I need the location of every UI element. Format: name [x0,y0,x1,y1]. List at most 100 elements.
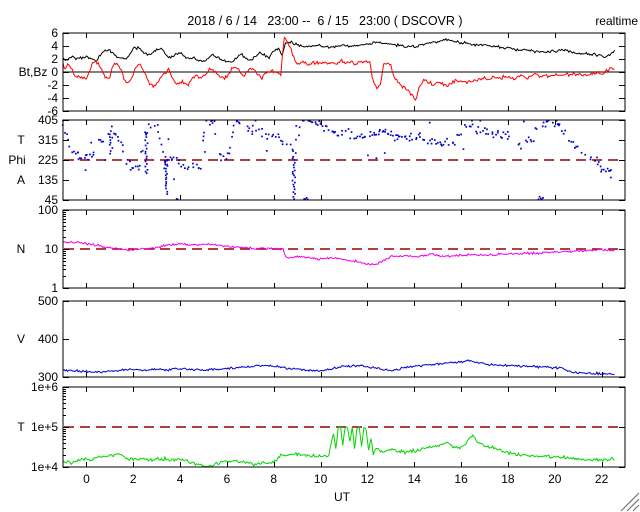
data-dot [572,141,575,143]
data-dot [113,132,115,135]
data-dot [196,163,198,166]
data-dot [226,152,229,155]
x-tick-label: 22 [595,472,609,486]
data-dot [359,135,361,138]
data-dot [355,137,357,140]
data-dot [387,133,389,135]
data-dot [165,187,167,190]
data-dot [408,135,411,138]
x-tick-label: 20 [548,472,562,486]
x-tick-label: 4 [177,472,184,486]
data-dot [311,121,314,124]
data-dot [165,178,167,181]
series-bt [62,37,615,63]
data-dot [293,161,296,164]
data-dot [84,169,87,171]
data-dot [568,140,570,142]
data-dot [504,133,507,135]
data-dot [349,137,352,140]
data-dot [164,156,167,158]
data-dot [160,143,163,146]
data-dot [146,142,149,145]
data-dot [596,163,599,166]
data-dot [576,145,579,148]
data-dot [202,139,204,142]
data-dot [558,123,561,125]
y-tick-label: 10 [45,242,59,256]
data-dot [66,133,68,135]
data-dot [606,167,609,170]
data-dot [265,133,267,135]
data-dot [353,137,356,140]
data-dot [373,132,375,134]
data-dot [102,140,105,143]
data-dot [314,121,317,123]
data-dot [172,156,175,159]
data-dot [114,133,117,136]
data-dot [222,155,225,157]
data-dot [327,129,330,131]
data-dot [144,160,147,163]
data-dot [111,147,114,149]
data-dot [538,195,541,198]
data-dot [298,134,300,137]
data-dot [373,134,376,136]
data-dot [605,170,607,173]
data-dot [111,136,114,139]
data-dot [110,130,112,132]
data-dot [285,143,288,146]
data-dot [158,137,161,140]
y-tick-label: 1e+6 [31,380,58,394]
data-dot [209,123,211,126]
data-dot [392,134,394,137]
data-dot [383,152,386,154]
data-dot [600,168,603,171]
data-dot [458,134,460,136]
data-dot [274,136,277,138]
data-dot [219,153,222,156]
data-dot [71,151,74,154]
panel-v: 500400300V [17,294,626,384]
data-dot [294,181,296,184]
data-dot [178,159,180,161]
data-dot [289,143,292,146]
data-dot [541,125,544,128]
data-dot [542,197,544,199]
y-tick-label: -4 [47,91,58,105]
data-dot [523,120,525,123]
data-dot [187,166,190,168]
data-dot [281,140,284,143]
data-dot [145,133,147,136]
data-dot [375,157,378,159]
data-dot [552,121,554,124]
data-dot [309,120,311,122]
data-dot [597,161,600,163]
data-dot [108,143,111,146]
data-dot [229,146,231,149]
data-dot [68,145,71,148]
data-dot [453,143,456,146]
data-dot [305,197,308,199]
data-dot [564,129,566,132]
axis-label-t: T [17,133,25,147]
data-dot [182,164,185,166]
data-dot [204,151,206,153]
data-dot [144,144,147,147]
data-dot [109,150,112,152]
data-dot [419,136,421,138]
data-dot [134,165,137,168]
data-dot [117,139,120,142]
data-dot [532,140,535,143]
dscovr-realtime-plot: 2018 / 6 / 14 23:00 -- 6 / 15 23:00 ( DS… [0,0,640,512]
data-dot [575,145,577,148]
data-dot [610,176,612,179]
data-dot [146,132,149,134]
data-dot [447,144,450,146]
y-tick-label: 1e+5 [31,420,58,434]
data-dot [251,130,254,133]
data-dot [596,156,598,159]
y-tick-label: 315 [38,133,58,147]
data-dot [419,132,421,134]
data-dot [165,170,167,173]
data-dot [100,140,103,143]
